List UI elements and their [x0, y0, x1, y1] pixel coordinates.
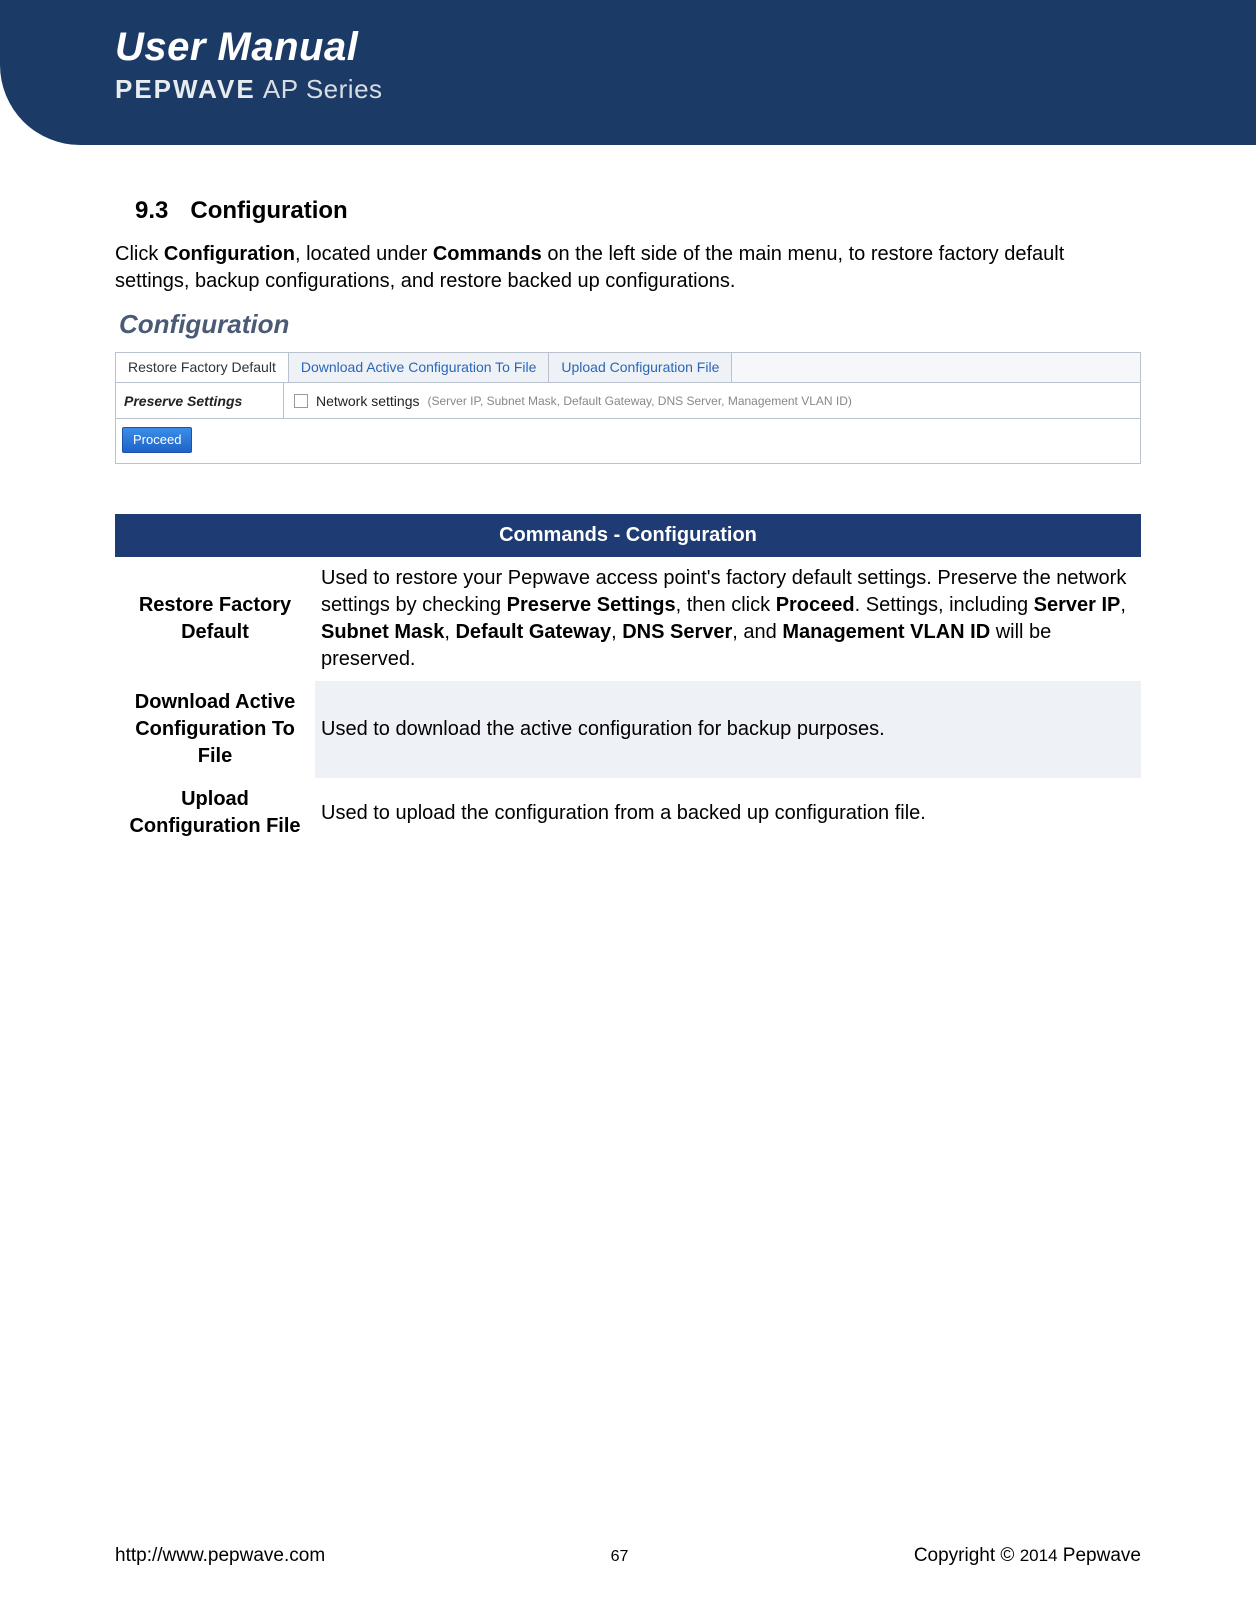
table-row: Upload Configuration File Used to upload… — [115, 778, 1141, 848]
section-title: Configuration — [190, 197, 347, 224]
preserve-settings-label: Preserve Settings — [116, 383, 284, 418]
tab-restore-factory-default[interactable]: Restore Factory Default — [116, 353, 289, 382]
tab-row: Restore Factory Default Download Active … — [116, 353, 1140, 383]
intro-text: Click — [115, 243, 164, 265]
preserve-settings-row: Preserve Settings Network settings (Serv… — [116, 383, 1140, 419]
row-label-restore: Restore Factory Default — [115, 557, 315, 681]
footer-url: http://www.pepwave.com — [115, 1545, 325, 1567]
doc-subtitle: PEPWAVE AP Series — [115, 74, 1256, 105]
page-number: 67 — [611, 1548, 629, 1566]
section-heading: 9.3 Configuration — [135, 195, 1141, 227]
row-desc-upload: Used to upload the configuration from a … — [315, 778, 1141, 848]
tab-upload-config[interactable]: Upload Configuration File — [549, 353, 732, 382]
commands-table: Commands - Configuration Restore Factory… — [115, 514, 1141, 848]
proceed-button[interactable]: Proceed — [122, 427, 192, 453]
page-header: User Manual PEPWAVE AP Series — [0, 0, 1256, 145]
intro-text: , located under — [295, 243, 433, 265]
row-desc-restore: Used to restore your Pepwave access poin… — [315, 557, 1141, 681]
row-label-upload: Upload Configuration File — [115, 778, 315, 848]
page-footer: http://www.pepwave.com 67 Copyright © 20… — [0, 1545, 1256, 1567]
commands-table-header-row: Commands - Configuration — [115, 514, 1141, 557]
network-settings-detail: (Server IP, Subnet Mask, Default Gateway… — [427, 393, 851, 409]
brand-name: PEPWAVE — [115, 74, 256, 104]
table-row: Download Active Configuration To File Us… — [115, 681, 1141, 778]
intro-bold-commands: Commands — [433, 243, 542, 265]
commands-table-header: Commands - Configuration — [115, 514, 1141, 557]
section-intro: Click Configuration, located under Comma… — [115, 241, 1141, 295]
series-name: AP Series — [263, 74, 383, 104]
row-desc-download: Used to download the active configuratio… — [315, 681, 1141, 778]
config-screenshot: Configuration Restore Factory Default Do… — [115, 307, 1141, 464]
row-label-download: Download Active Configuration To File — [115, 681, 315, 778]
intro-bold-configuration: Configuration — [164, 243, 295, 265]
tab-download-config[interactable]: Download Active Configuration To File — [289, 353, 550, 382]
network-settings-label: Network settings — [316, 392, 419, 411]
preserve-settings-checkbox[interactable] — [294, 394, 308, 408]
page-content: 9.3Configuration Click Configuration, lo… — [0, 145, 1256, 848]
doc-title: User Manual — [115, 25, 1256, 70]
footer-copyright: Copyright © 2014 Pepwave — [914, 1545, 1141, 1567]
screenshot-panel: Restore Factory Default Download Active … — [115, 352, 1141, 464]
section-number: 9.3 — [135, 195, 168, 227]
table-row: Restore Factory Default Used to restore … — [115, 557, 1141, 681]
screenshot-title: Configuration — [115, 307, 1141, 342]
